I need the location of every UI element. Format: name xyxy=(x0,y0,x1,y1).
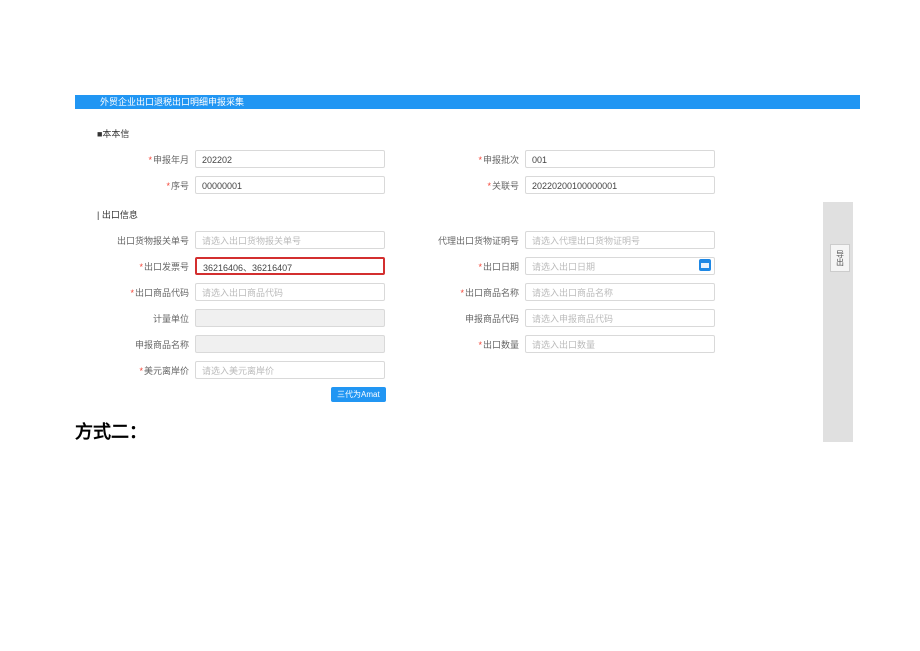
header-bar: 外贸企业出口退税出口明细申报采集 xyxy=(75,95,860,109)
heading-method-2: 方式二： xyxy=(75,418,860,444)
label-invoice: 出口发票号 xyxy=(95,260,195,273)
label-relation: 关联号 xyxy=(425,179,525,192)
label-qty: 出口数量 xyxy=(425,338,525,351)
label-year-month: 申报年月 xyxy=(95,153,195,166)
input-invoice[interactable]: 36216406、36216407 xyxy=(195,257,385,275)
form-inner: ■本本信 申报年月 202202 申报批次 001 序号 00000001 关联… xyxy=(75,127,860,402)
input-relation[interactable]: 20220200100000001 xyxy=(525,176,715,194)
label-decl-code: 申报商品代码 xyxy=(425,312,525,325)
form-container: ■本本信 申报年月 202202 申报批次 001 序号 00000001 关联… xyxy=(75,127,860,402)
export-button[interactable]: 导出 xyxy=(830,244,850,272)
label-goods-decl: 出口货物报关单号 xyxy=(95,234,195,247)
calendar-icon[interactable] xyxy=(699,259,711,271)
input-year-month[interactable]: 202202 xyxy=(195,150,385,168)
label-batch: 申报批次 xyxy=(425,153,525,166)
header-title: 外贸企业出口退税出口明细申报采集 xyxy=(100,97,244,107)
label-seq: 序号 xyxy=(95,179,195,192)
section-basic-title: ■本本信 xyxy=(97,127,860,140)
save-button-row: 三代为Amat xyxy=(95,387,860,402)
input-code[interactable]: 请选入出口商品代码 xyxy=(195,283,385,301)
section-export-title: | 出口信息 xyxy=(97,208,860,221)
input-agent-doc[interactable]: 请选入代理出口货物证明号 xyxy=(525,231,715,249)
input-batch[interactable]: 001 xyxy=(525,150,715,168)
input-decl-name xyxy=(195,335,385,353)
label-date: 出口日期 xyxy=(425,260,525,273)
label-agent-doc: 代理出口货物证明号 xyxy=(425,234,525,247)
input-unit xyxy=(195,309,385,327)
input-seq[interactable]: 00000001 xyxy=(195,176,385,194)
label-name: 出口商品名称 xyxy=(425,286,525,299)
label-unit: 计量单位 xyxy=(95,312,195,325)
input-date[interactable]: 请选入出口日期 xyxy=(525,257,715,275)
label-code: 出口商品代码 xyxy=(95,286,195,299)
input-usd-fob[interactable]: 请选入美元离岸价 xyxy=(195,361,385,379)
input-decl-code[interactable]: 请选入申报商品代码 xyxy=(525,309,715,327)
input-qty[interactable]: 请选入出口数量 xyxy=(525,335,715,353)
save-button[interactable]: 三代为Amat xyxy=(331,387,386,402)
label-decl-name: 申报商品名称 xyxy=(95,338,195,351)
label-usd-fob: 美元离岸价 xyxy=(95,364,195,377)
input-name[interactable]: 请选入出口商品名称 xyxy=(525,283,715,301)
right-panel: 导出 xyxy=(823,202,853,442)
input-goods-decl[interactable]: 请选入出口货物报关单号 xyxy=(195,231,385,249)
